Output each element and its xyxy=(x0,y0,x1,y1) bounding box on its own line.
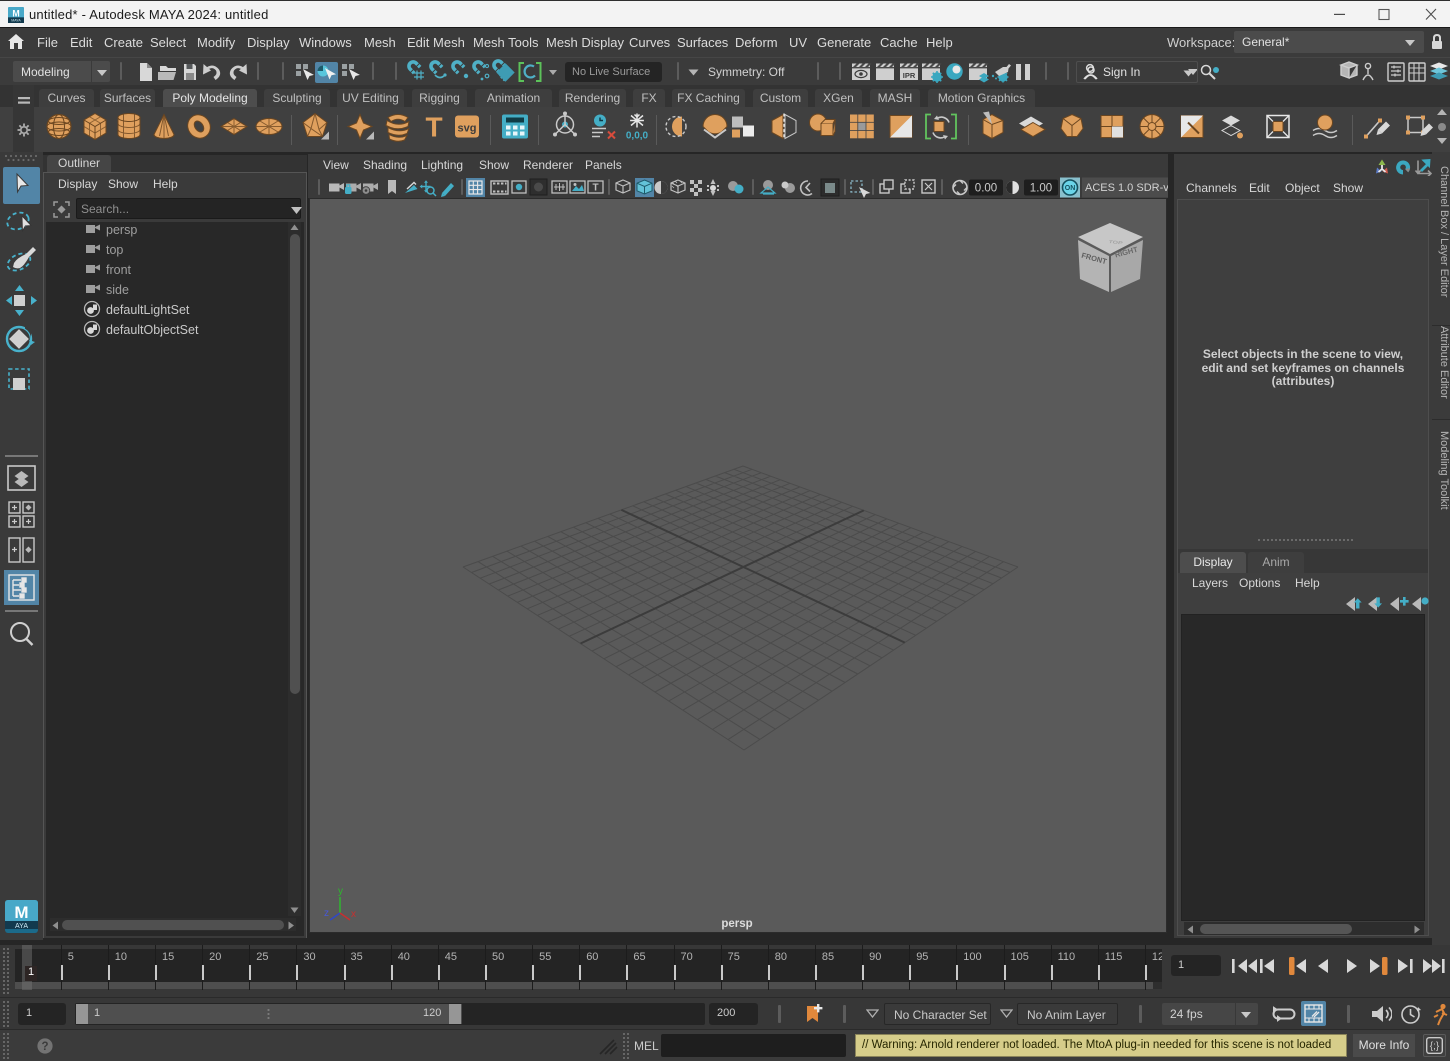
svg-text:z: z xyxy=(324,908,329,919)
svg-text:M: M xyxy=(12,9,19,19)
svg-text:M: M xyxy=(14,903,28,922)
svg-text:y: y xyxy=(338,886,343,897)
svg-text:T: T xyxy=(425,112,442,143)
svg-text:persp: persp xyxy=(721,918,752,930)
svg-text:top: top xyxy=(106,243,123,257)
svg-text:0,0,0: 0,0,0 xyxy=(626,131,649,142)
svg-text:1.00: 1.00 xyxy=(1030,183,1052,195)
svg-text:defaultObjectSet: defaultObjectSet xyxy=(106,323,199,337)
svg-text:side: side xyxy=(106,283,129,297)
svg-text:svg: svg xyxy=(458,123,477,135)
svg-text:defaultLightSet: defaultLightSet xyxy=(106,303,190,317)
svg-text:AYA: AYA xyxy=(15,923,28,930)
svg-text:{;}: {;} xyxy=(1430,1041,1440,1052)
svg-text:IPR: IPR xyxy=(903,71,916,80)
svg-text:x: x xyxy=(351,909,356,920)
svg-text:front: front xyxy=(106,263,132,277)
svg-text:?: ? xyxy=(41,1041,48,1053)
svg-text:T: T xyxy=(592,183,598,194)
svg-text:persp: persp xyxy=(106,223,137,237)
svg-text:ACES 1.0 SDR-v: ACES 1.0 SDR-v xyxy=(1085,182,1168,194)
svg-text:ON: ON xyxy=(1065,185,1076,192)
svg-text:0.00: 0.00 xyxy=(975,183,997,195)
svg-text:MAYA: MAYA xyxy=(11,19,21,23)
